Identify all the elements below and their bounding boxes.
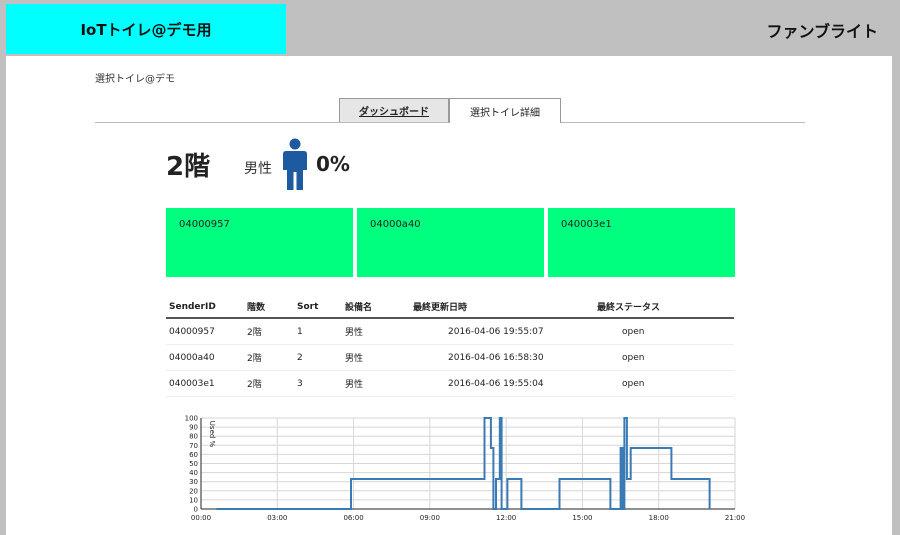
cell-floor: 2階	[244, 344, 294, 371]
y-tick-label: 50	[189, 460, 198, 468]
cell-sort: 2	[294, 344, 342, 371]
x-tick-label: 12:00	[496, 514, 516, 522]
tab-dashboard[interactable]: ダッシュボード	[339, 98, 449, 122]
x-tick-label: 21:00	[725, 514, 745, 522]
main-content: 選択トイレ@デモ ダッシュボード 選択トイレ詳細 2階 男性 0% 040009…	[6, 56, 892, 535]
table-row: 04000a40 2階 2 男性 2016-04-06 16:58:30 ope…	[166, 344, 734, 371]
gender-label: 男性	[244, 161, 272, 177]
cell-equipment: 男性	[342, 344, 410, 371]
sensor-tile-id: 04000957	[179, 219, 230, 230]
sensor-tile-id: 04000a40	[370, 219, 421, 230]
cell-last-updated: 2016-04-06 19:55:04	[410, 370, 594, 397]
usage-chart: 0 102030405060708090100 00:00 03:00 06:00 09:…	[185, 415, 745, 523]
cell-last-updated: 2016-04-06 19:55:07	[410, 318, 594, 345]
y-tick-label: 30	[189, 478, 198, 486]
floor-label: 2階	[166, 152, 211, 182]
app-title: IoTトイレ@デモ用	[6, 4, 286, 54]
sensor-tile-id: 040003e1	[561, 219, 612, 230]
y-tick-label: 40	[189, 469, 198, 477]
x-tick-label: 03:00	[267, 514, 287, 522]
cell-sender-id: 04000a40	[166, 344, 244, 371]
cell-sender-id: 04000957	[166, 318, 244, 345]
cell-last-status: open	[594, 318, 734, 345]
y-tick-label: 20	[189, 487, 198, 495]
sensor-tile[interactable]: 04000957	[166, 208, 353, 277]
x-tick-label: 15:00	[572, 514, 592, 522]
y-tick-label: 70	[189, 442, 198, 450]
cell-floor: 2階	[244, 370, 294, 397]
y-tick-label: 60	[189, 451, 198, 459]
col-sender-id: SenderID	[166, 296, 244, 319]
table-row: 04000957 2階 1 男性 2016-04-06 19:55:07 ope…	[166, 318, 734, 345]
cell-floor: 2階	[244, 318, 294, 345]
x-tick-label: 00:00	[191, 514, 211, 522]
cell-sender-id: 040003e1	[166, 370, 244, 397]
x-tick-label: 06:00	[343, 514, 363, 522]
col-last-updated: 最終更新日時	[410, 296, 594, 319]
x-tick-label: 18:00	[649, 514, 669, 522]
y-axis-label: Used %	[208, 421, 216, 448]
col-last-status: 最終ステータス	[594, 296, 734, 319]
y-tick-label: 10	[189, 496, 198, 504]
col-equipment: 設備名	[342, 296, 410, 319]
cell-last-updated: 2016-04-06 16:58:30	[410, 344, 594, 371]
company-name: ファンブライト	[766, 22, 878, 41]
sensor-tile[interactable]: 040003e1	[548, 208, 735, 277]
col-sort: Sort	[294, 296, 342, 319]
cell-sort: 3	[294, 370, 342, 397]
cell-sort: 1	[294, 318, 342, 345]
y-tick-label: 0	[194, 506, 198, 514]
cell-equipment: 男性	[342, 370, 410, 397]
male-person-icon	[283, 138, 307, 190]
sensor-table: SenderID 階数 Sort 設備名 最終更新日時 最終ステータス 0400…	[166, 296, 734, 397]
breadcrumb: 選択トイレ@デモ	[95, 74, 175, 85]
table-header-row: SenderID 階数 Sort 設備名 最終更新日時 最終ステータス	[166, 296, 734, 319]
top-bar: IoTトイレ@デモ用 ファンブライト	[0, 0, 900, 56]
y-tick-label: 100	[185, 415, 198, 423]
tab-bar: ダッシュボード 選択トイレ詳細	[95, 98, 805, 123]
col-floor: 階数	[244, 296, 294, 319]
tab-toilet-detail[interactable]: 選択トイレ詳細	[449, 98, 561, 123]
cell-last-status: open	[594, 344, 734, 371]
y-tick-label: 90	[189, 424, 198, 432]
cell-equipment: 男性	[342, 318, 410, 345]
table-row: 040003e1 2階 3 男性 2016-04-06 19:55:04 ope…	[166, 370, 734, 397]
sensor-tile[interactable]: 04000a40	[357, 208, 544, 277]
x-tick-label: 09:00	[420, 514, 440, 522]
cell-last-status: open	[594, 370, 734, 397]
usage-percent: 0%	[316, 152, 350, 176]
y-tick-label: 80	[189, 433, 198, 441]
